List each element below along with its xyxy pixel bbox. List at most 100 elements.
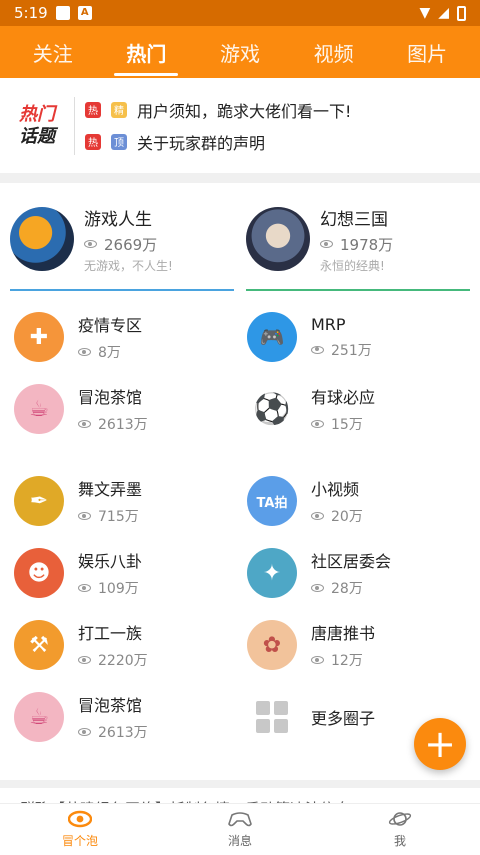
circle-title: 有球必应 bbox=[311, 388, 376, 407]
soccer-ball-icon: ⚽ bbox=[247, 384, 297, 434]
view-count: 20万 bbox=[331, 509, 363, 525]
view-count: 28万 bbox=[331, 581, 363, 597]
pinned-badge: 顶 bbox=[111, 133, 127, 150]
nav-home[interactable]: 冒个泡 bbox=[0, 804, 160, 855]
tab-games[interactable]: 游戏 bbox=[212, 38, 268, 67]
nav-label: 消息 bbox=[227, 834, 252, 848]
eye-icon bbox=[311, 512, 324, 520]
circle-item[interactable]: ☻ 娱乐八卦 109万 bbox=[14, 537, 247, 609]
grid-icon bbox=[247, 692, 297, 742]
circle-views: 1978万 bbox=[320, 234, 393, 255]
tab-video[interactable]: 视频 bbox=[306, 38, 362, 67]
view-count: 251万 bbox=[331, 342, 372, 359]
circle-views: 2613万 bbox=[78, 722, 148, 742]
view-count: 109万 bbox=[98, 581, 139, 597]
quill-icon: ✒ bbox=[14, 476, 64, 526]
mask-icon: ✚ bbox=[14, 312, 64, 362]
status-bar: 5:19 A ▼ ◢ bbox=[0, 0, 480, 26]
tab-hot[interactable]: 热门 bbox=[114, 38, 179, 76]
hot-topics-logo: 热门 话题 bbox=[10, 104, 64, 148]
nav-me[interactable]: 我 bbox=[320, 804, 480, 855]
eye-icon bbox=[78, 656, 91, 664]
featured-circle-card[interactable]: 游戏人生 2669万 无游戏，不人生! bbox=[10, 183, 234, 291]
divider bbox=[74, 96, 75, 155]
view-count: 8万 bbox=[98, 345, 121, 361]
opera-mask-icon: ☻ bbox=[14, 548, 64, 598]
circle-views: 715万 bbox=[78, 506, 142, 526]
circle-views: 20万 bbox=[311, 506, 363, 526]
circle-title: 冒泡茶馆 bbox=[78, 388, 143, 407]
circle-views: 2669万 bbox=[84, 234, 173, 255]
circle-title: 冒泡茶馆 bbox=[78, 696, 143, 715]
featured-circles: 游戏人生 2669万 无游戏，不人生! 幻想三国 1978万 永恒的经典! bbox=[0, 183, 480, 295]
circle-item[interactable]: ⚒ 打工一族 2220万 bbox=[14, 609, 247, 681]
tab-follow[interactable]: 关注 bbox=[25, 38, 81, 67]
eye-icon bbox=[320, 240, 333, 248]
view-count: 12万 bbox=[331, 653, 363, 669]
eye-icon bbox=[78, 584, 91, 592]
hot-badge: 热 bbox=[85, 101, 101, 118]
nav-messages[interactable]: 消息 bbox=[160, 804, 320, 855]
gamepad-icon: 🎮 bbox=[247, 312, 297, 362]
hot-badge: 热 bbox=[85, 133, 101, 150]
circle-item[interactable]: ☕ 冒泡茶馆 2613万 bbox=[14, 373, 247, 445]
circle-title: 娱乐八卦 bbox=[78, 552, 143, 571]
circle-title: 小视频 bbox=[311, 480, 360, 499]
hot-topics: 热门 话题 热 精 用户须知，跪求大佬们看一下! 热 顶 关于玩家群的声明 bbox=[0, 78, 480, 173]
circle-title: MRP bbox=[311, 314, 346, 334]
view-count: 15万 bbox=[331, 417, 363, 433]
section-gap bbox=[0, 173, 480, 183]
view-count: 2613万 bbox=[98, 725, 148, 741]
hot-topic-item[interactable]: 热 精 用户须知，跪求大佬们看一下! bbox=[85, 94, 470, 126]
circle-slogan: 无游戏，不人生! bbox=[84, 258, 173, 273]
view-count: 1978万 bbox=[340, 235, 394, 254]
circle-views: 15万 bbox=[311, 414, 375, 434]
hot-topic-title: 关于玩家群的声明 bbox=[137, 133, 266, 153]
circle-item[interactable]: ✿ 唐唐推书 12万 bbox=[247, 609, 480, 681]
notification-icon bbox=[55, 6, 70, 20]
eye-icon bbox=[78, 512, 91, 520]
eye-icon bbox=[78, 420, 91, 428]
book-girl-icon: ✿ bbox=[247, 620, 297, 670]
camera-icon: TA拍 bbox=[247, 476, 297, 526]
featured-circle-card[interactable]: 幻想三国 1978万 永恒的经典! bbox=[246, 183, 470, 291]
circle-item[interactable]: 🎮 MRP 251万 bbox=[247, 301, 480, 373]
circle-views: 8万 bbox=[78, 342, 142, 362]
hot-topic-item[interactable]: 热 顶 关于玩家群的声明 bbox=[85, 126, 470, 158]
circle-slogan: 永恒的经典! bbox=[320, 258, 385, 273]
circle-views: 2220万 bbox=[78, 650, 148, 670]
circle-item[interactable]: ☕ 冒泡茶馆 2613万 bbox=[14, 681, 247, 753]
circle-item[interactable]: ✦ 社区居委会 28万 bbox=[247, 537, 480, 609]
teapot-icon: ☕ bbox=[14, 692, 64, 742]
eye-icon bbox=[311, 345, 324, 354]
circle-item[interactable]: TA拍 小视频 20万 bbox=[247, 465, 480, 537]
hot-logo-line1: 热门 bbox=[19, 103, 55, 125]
circle-views: 109万 bbox=[78, 578, 142, 598]
view-count: 2669万 bbox=[104, 235, 158, 254]
circle-item[interactable]: ✒ 舞文弄墨 715万 bbox=[14, 465, 247, 537]
more-circles-label: 更多圈子 bbox=[311, 709, 376, 728]
tab-images[interactable]: 图片 bbox=[399, 38, 455, 67]
gamepad-icon bbox=[228, 812, 252, 827]
wifi-icon: ▼ bbox=[419, 5, 431, 21]
circle-title: 疫情专区 bbox=[78, 316, 143, 335]
view-count: 2220万 bbox=[98, 653, 148, 669]
hot-logo-line2: 话题 bbox=[19, 125, 55, 147]
add-post-button[interactable]: + bbox=[414, 718, 466, 770]
circle-avatar bbox=[10, 207, 74, 271]
top-tabs: 关注 热门 游戏 视频 图片 bbox=[0, 26, 480, 78]
eye-icon bbox=[84, 240, 97, 248]
eye-icon bbox=[78, 348, 91, 356]
worker-icon: ⚒ bbox=[14, 620, 64, 670]
teapot-icon: ☕ bbox=[14, 384, 64, 434]
eye-icon bbox=[311, 656, 324, 664]
hot-topic-title: 用户须知，跪求大佬们看一下! bbox=[137, 101, 352, 121]
notification-a-icon: A bbox=[77, 6, 92, 20]
nav-label: 我 bbox=[393, 834, 406, 848]
signal-icon: ◢ bbox=[438, 5, 449, 21]
circle-item[interactable]: ✚ 疫情专区 8万 bbox=[14, 301, 247, 373]
eye-icon bbox=[311, 584, 324, 592]
eye-icon bbox=[68, 810, 92, 828]
view-count: 715万 bbox=[98, 509, 139, 525]
circle-item[interactable]: ⚽ 有球必应 15万 bbox=[247, 373, 480, 445]
